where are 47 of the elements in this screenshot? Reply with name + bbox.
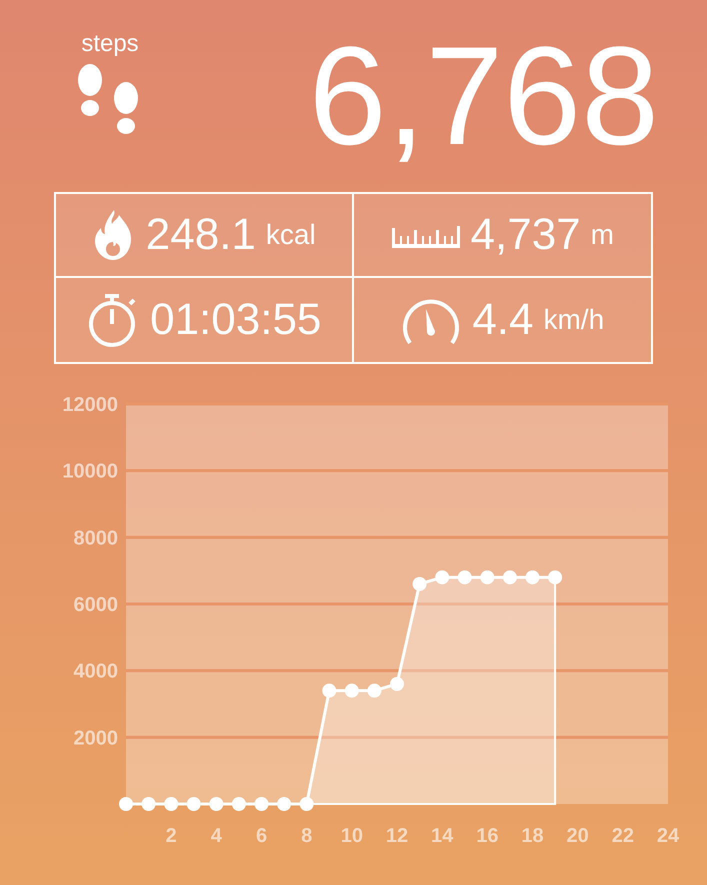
stat-unit: m <box>590 219 614 251</box>
data-point <box>254 797 268 811</box>
data-point <box>300 797 314 811</box>
x-tick-label: 20 <box>566 825 589 847</box>
stat-value: 248.1 <box>146 210 256 260</box>
y-tick-label: 8000 <box>74 527 118 550</box>
step-count: 6,768 <box>308 26 659 166</box>
data-point <box>480 570 494 584</box>
data-point <box>367 684 382 698</box>
data-point <box>502 570 517 584</box>
data-point <box>322 684 336 698</box>
x-tick-label: 6 <box>256 825 268 847</box>
data-point <box>526 570 540 584</box>
x-tick-label: 4 <box>210 825 222 847</box>
data-point <box>209 797 224 811</box>
x-tick-label: 12 <box>386 825 408 847</box>
data-point <box>186 797 201 811</box>
steps-label: steps <box>81 30 139 58</box>
x-tick-label: 2 <box>166 825 177 847</box>
data-point <box>458 570 472 584</box>
data-point <box>390 677 404 691</box>
stat-value: 4,737 <box>470 210 581 260</box>
y-tick-label: 4000 <box>74 660 118 683</box>
y-tick-label: 6000 <box>74 594 118 616</box>
x-tick-label: 24 <box>656 825 680 847</box>
data-point <box>232 797 246 811</box>
data-point <box>344 684 359 698</box>
data-point <box>142 797 156 811</box>
x-tick-label: 22 <box>612 825 634 847</box>
y-tick-label: 12000 <box>62 394 118 416</box>
x-tick-label: 8 <box>301 825 312 847</box>
x-tick-label: 10 <box>340 825 363 847</box>
y-tick-label: 2000 <box>74 727 118 750</box>
data-point <box>119 797 133 811</box>
y-tick-label: 10000 <box>62 460 118 483</box>
data-point <box>435 570 450 584</box>
x-tick-label: 16 <box>476 825 498 847</box>
stat-unit: km/h <box>543 304 604 336</box>
data-point <box>164 797 178 811</box>
stat-unit: kcal <box>266 219 316 251</box>
stat-value: 4.4 <box>472 295 534 345</box>
stat-value: 01:03:55 <box>150 295 322 345</box>
x-tick-label: 18 <box>521 825 544 847</box>
x-tick-label: 14 <box>431 825 454 847</box>
data-point <box>412 577 427 591</box>
data-point <box>548 570 562 584</box>
data-point <box>277 797 292 811</box>
